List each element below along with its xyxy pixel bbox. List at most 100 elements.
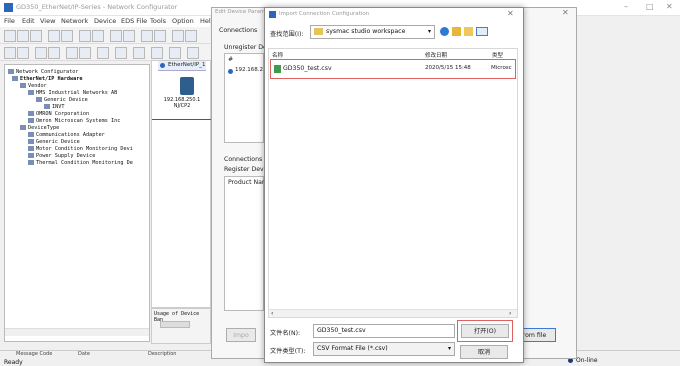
copy-icon[interactable] — [79, 30, 91, 42]
new-folder-icon[interactable] — [464, 27, 473, 36]
find-icon[interactable] — [151, 47, 163, 59]
filetype-label: 文件类型(T): — [270, 348, 306, 355]
scroll-right-icon[interactable]: › — [509, 310, 511, 317]
register-label: Register Devic — [224, 166, 269, 173]
connect-icon[interactable] — [110, 30, 122, 42]
print-icon[interactable] — [48, 30, 60, 42]
table-icon[interactable] — [133, 47, 145, 59]
device-icon — [28, 139, 34, 144]
import-button[interactable]: Impo — [226, 328, 256, 342]
device-icon — [28, 153, 34, 158]
menu-edit[interactable]: Edit — [22, 17, 35, 25]
look-in-select[interactable]: sysmac studio workspace ▾ — [310, 25, 435, 39]
tree-item[interactable]: Power Supply Device — [28, 153, 95, 159]
tree-item[interactable]: INVT — [44, 104, 65, 110]
tree-item[interactable]: Network Configurator — [8, 69, 78, 75]
connections-label: Connections : — [224, 156, 267, 163]
network-canvas[interactable]: EtherNet/IP_1 192.168.250.1 NJ/CP2 — [151, 60, 212, 308]
file-list-scrollbar[interactable]: ‹ › — [269, 309, 517, 317]
tree-item[interactable]: DeviceType — [20, 125, 59, 131]
close-icon[interactable]: ✕ — [666, 2, 673, 11]
menu-eds-file[interactable]: EDS File — [121, 17, 147, 25]
filetype-select[interactable]: CSV Format File (*.csv) ▾ — [313, 342, 455, 356]
menu-network[interactable]: Network — [61, 17, 88, 25]
new-icon[interactable] — [4, 30, 16, 42]
app-icon — [4, 3, 13, 12]
filename-input[interactable]: GD350_test.csv — [313, 324, 455, 338]
tree-item[interactable]: OMRON Corporation — [28, 111, 89, 117]
register-list[interactable]: Product Nar — [224, 176, 264, 311]
list-icon[interactable] — [187, 47, 199, 59]
menu-tools[interactable]: Tools — [150, 17, 166, 25]
grid-icon[interactable] — [17, 47, 29, 59]
close-icon[interactable]: ✕ — [562, 8, 569, 17]
arrow-down-icon[interactable] — [79, 47, 91, 59]
paste-icon[interactable] — [92, 30, 104, 42]
network-line — [152, 119, 212, 120]
settings-icon[interactable] — [169, 47, 181, 59]
folder-icon — [28, 90, 34, 95]
cancel-button[interactable]: 取消 — [460, 345, 508, 359]
plc-device-icon[interactable] — [180, 77, 194, 95]
tree-item[interactable]: EtherNet/IP Hardware — [12, 76, 82, 82]
file-row[interactable]: GD350_test.csv 2020/5/15 15:48 Microsc — [270, 59, 516, 79]
tree-item[interactable]: Communications Adapter — [28, 132, 105, 138]
column-name[interactable]: 名称 — [272, 51, 283, 59]
tab-network[interactable]: EtherNet/IP_1 — [158, 61, 206, 71]
status-ready: Ready — [4, 359, 23, 366]
open-icon[interactable] — [17, 30, 29, 42]
file-list[interactable]: 名称 修改日期 类型 GD350_test.csv 2020/5/15 15:4… — [268, 48, 518, 318]
column-type[interactable]: 类型 — [492, 51, 503, 59]
save-icon[interactable] — [30, 30, 42, 42]
close-icon[interactable]: ✕ — [507, 9, 514, 18]
device-icon — [36, 97, 42, 102]
back-icon[interactable] — [440, 27, 449, 36]
file-type: Microsc — [491, 65, 512, 71]
menu-file[interactable]: File — [4, 17, 15, 25]
minimize-icon[interactable]: – — [624, 2, 628, 11]
tree-item[interactable]: Thermal Condition Monitoring De — [28, 160, 133, 166]
usage-bar — [160, 321, 190, 328]
csv-file-icon — [274, 65, 281, 73]
file-date: 2020/5/15 15:48 — [425, 65, 471, 71]
upload-icon[interactable] — [141, 30, 153, 42]
menu-option[interactable]: Option — [172, 17, 194, 25]
cut-icon[interactable] — [61, 30, 73, 42]
column-date[interactable]: 修改日期 — [425, 51, 447, 59]
folder-icon — [12, 76, 18, 81]
open-button[interactable]: 打开(O) — [461, 324, 509, 338]
unregister-list[interactable]: # 192.168.2 — [224, 53, 264, 143]
maximize-icon[interactable]: □ — [646, 2, 654, 11]
unregister-icon[interactable] — [48, 47, 60, 59]
up-folder-icon[interactable] — [452, 27, 461, 36]
tree-item[interactable]: Generic Device — [28, 139, 80, 145]
menu-view[interactable]: View — [40, 17, 55, 25]
disconnect-icon[interactable] — [123, 30, 135, 42]
register-icon[interactable] — [35, 47, 47, 59]
download-icon[interactable] — [154, 30, 166, 42]
scroll-left-icon[interactable]: ‹ — [271, 310, 273, 317]
tree-horizontal-scrollbar[interactable] — [5, 328, 149, 336]
zoom-icon[interactable] — [4, 47, 16, 59]
tab-connections[interactable]: Connections — [219, 27, 257, 34]
chevron-down-icon: ▾ — [447, 345, 451, 352]
compare-icon[interactable] — [172, 30, 184, 42]
tree-item[interactable]: Motor Condition Monitoring Devi — [28, 146, 133, 152]
folder-icon — [28, 111, 34, 116]
x-icon[interactable] — [115, 47, 127, 59]
chart-icon[interactable] — [97, 47, 109, 59]
open-file-dialog: Import Connection Configuration ✕ 查找范围(I… — [264, 7, 524, 363]
tree-item[interactable]: Vendor — [20, 83, 47, 89]
menu-device[interactable]: Device — [94, 17, 116, 25]
monitor-icon[interactable] — [185, 30, 197, 42]
network-icon — [160, 63, 165, 68]
tree-item[interactable]: Generic Device — [36, 97, 88, 103]
arrow-up-icon[interactable] — [66, 47, 78, 59]
tree-item[interactable]: Omron Microscan Systems Inc — [28, 118, 120, 124]
folder-icon — [28, 118, 34, 123]
tree-item[interactable]: HMS Industrial Networks AB — [28, 90, 117, 96]
device-row[interactable]: 192.168.2 — [235, 67, 263, 73]
status-column-date: Date — [78, 351, 90, 357]
device-icon — [228, 69, 233, 74]
view-menu-icon[interactable] — [476, 27, 488, 36]
